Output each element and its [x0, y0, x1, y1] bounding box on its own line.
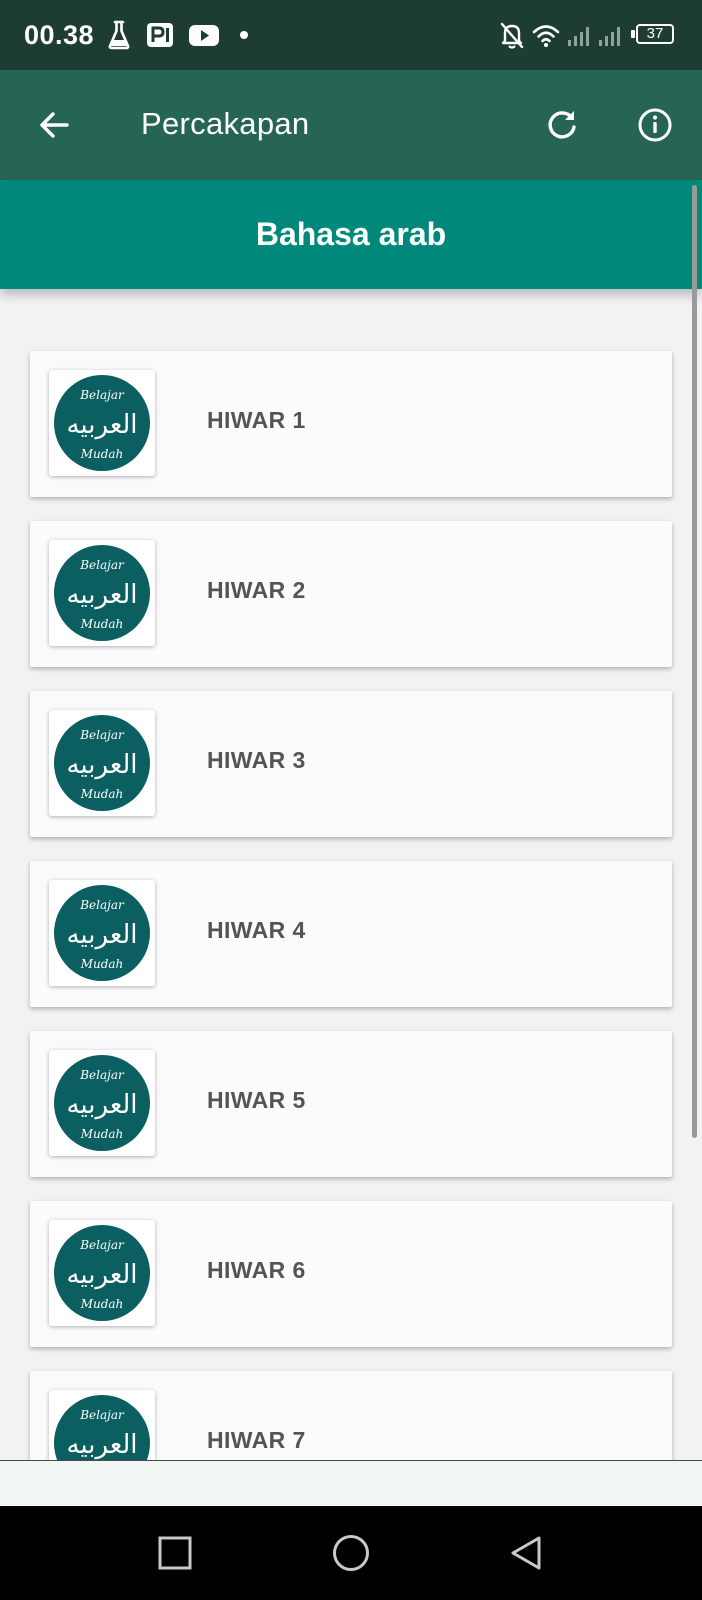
logo-bottom-text: Mudah — [80, 617, 124, 631]
logo-top-text: Belajar — [79, 1068, 125, 1082]
flask-icon — [108, 20, 130, 50]
info-button[interactable] — [625, 95, 685, 155]
logo-bottom-text: Mudah — [80, 1297, 124, 1311]
belajar-arab-logo-icon: Belajar العربيه Mudah — [54, 545, 150, 641]
app-logo: Belajar العربيه Mudah — [49, 710, 155, 816]
list-item[interactable]: Belajar العربيه Mudah HIWAR 1 — [30, 351, 672, 497]
wifi-icon — [532, 25, 560, 47]
refresh-button[interactable] — [532, 95, 592, 155]
home-button[interactable] — [325, 1527, 377, 1579]
logo-bottom-text: Mudah — [80, 447, 124, 461]
parking-app-icon — [147, 23, 173, 47]
status-time: 00.38 — [24, 20, 95, 50]
scrollbar[interactable] — [692, 185, 697, 1138]
app-logo: Belajar العربيه Mudah — [49, 1220, 155, 1326]
logo-arabic-text: العربيه — [66, 410, 137, 440]
list-item-label: HIWAR 5 — [207, 1087, 306, 1113]
logo-bottom-text: Mudah — [80, 787, 124, 801]
list-item-label: HIWAR 7 — [207, 1427, 306, 1453]
logo-arabic-text: العربيه — [66, 1090, 137, 1120]
app-logo: Belajar العربيه Mudah — [49, 1050, 155, 1156]
status-bar: 00.38 37 — [0, 0, 702, 70]
logo-arabic-text: العربيه — [66, 920, 137, 950]
list-item-label: HIWAR 4 — [207, 917, 306, 943]
bell-off-icon — [500, 22, 524, 49]
square-icon — [158, 1536, 192, 1570]
triangle-back-icon — [511, 1536, 541, 1570]
logo-arabic-text: العربيه — [66, 750, 137, 780]
list-item[interactable]: Belajar العربيه Mudah HIWAR 3 — [30, 691, 672, 837]
list-scroll-area[interactable]: Belajar العربيه Mudah HIWAR 1 Belajar ال… — [0, 289, 702, 1460]
app-logo: Belajar العربيه Mudah — [49, 540, 155, 646]
logo-arabic-text: العربيه — [66, 1430, 137, 1460]
list-item[interactable]: Belajar العربيه Mudah HIWAR 2 — [30, 521, 672, 667]
battery-indicator: 37 — [636, 24, 674, 44]
youtube-icon — [189, 25, 219, 46]
bottom-strip — [0, 1460, 702, 1506]
back-button[interactable] — [24, 95, 84, 155]
logo-bottom-text: Mudah — [80, 957, 124, 971]
circle-icon — [333, 1535, 369, 1571]
logo-top-text: Belajar — [79, 388, 125, 402]
belajar-arab-logo-icon: Belajar العربيه Mudah — [54, 1225, 150, 1321]
belajar-arab-logo-icon: Belajar العربيه Mudah — [54, 885, 150, 981]
app-logo: Belajar العربيه Mudah — [49, 880, 155, 986]
logo-top-text: Belajar — [79, 1238, 125, 1252]
list-item-label: HIWAR 3 — [207, 747, 306, 773]
section-banner: Bahasa arab — [0, 180, 702, 289]
list-item[interactable]: Belajar العربيه Mudah HIWAR 4 — [30, 861, 672, 1007]
signal-icon — [568, 27, 620, 46]
app-bar: Percakapan — [0, 70, 702, 180]
logo-bottom-text: Mudah — [80, 1127, 124, 1141]
logo-top-text: Belajar — [79, 558, 125, 572]
notification-dot-icon — [240, 31, 248, 39]
logo-arabic-text: العربيه — [66, 580, 137, 610]
system-back-button[interactable] — [500, 1527, 552, 1579]
belajar-arab-logo-icon: Belajar العربيه Mudah — [54, 1055, 150, 1151]
refresh-icon — [548, 111, 576, 139]
logo-top-text: Belajar — [79, 1408, 125, 1422]
app-logo: Belajar العربيه Mudah — [49, 370, 155, 476]
logo-top-text: Belajar — [79, 898, 125, 912]
banner-title: Bahasa arab — [255, 216, 447, 252]
recents-button[interactable] — [149, 1527, 201, 1579]
list-item[interactable]: Belajar العربيه Mudah HIWAR 7 — [30, 1371, 672, 1460]
page-title: Percakapan — [141, 106, 310, 141]
list-item[interactable]: Belajar العربيه Mudah HIWAR 5 — [30, 1031, 672, 1177]
info-icon — [638, 108, 672, 142]
app-logo: Belajar العربيه Mudah — [49, 1390, 155, 1460]
logo-top-text: Belajar — [79, 728, 125, 742]
logo-arabic-text: العربيه — [66, 1260, 137, 1290]
battery-tip — [631, 30, 635, 38]
list-item-label: HIWAR 2 — [207, 577, 306, 603]
belajar-arab-logo-icon: Belajar العربيه Mudah — [54, 1395, 150, 1460]
system-nav-bar — [0, 1506, 702, 1600]
arrow-left-icon — [40, 112, 69, 138]
list-item-label: HIWAR 6 — [207, 1257, 306, 1283]
list-item-label: HIWAR 1 — [207, 407, 306, 433]
belajar-arab-logo-icon: Belajar العربيه Mudah — [54, 375, 150, 471]
belajar-arab-logo-icon: Belajar العربيه Mudah — [54, 715, 150, 811]
list-item[interactable]: Belajar العربيه Mudah HIWAR 6 — [30, 1201, 672, 1347]
